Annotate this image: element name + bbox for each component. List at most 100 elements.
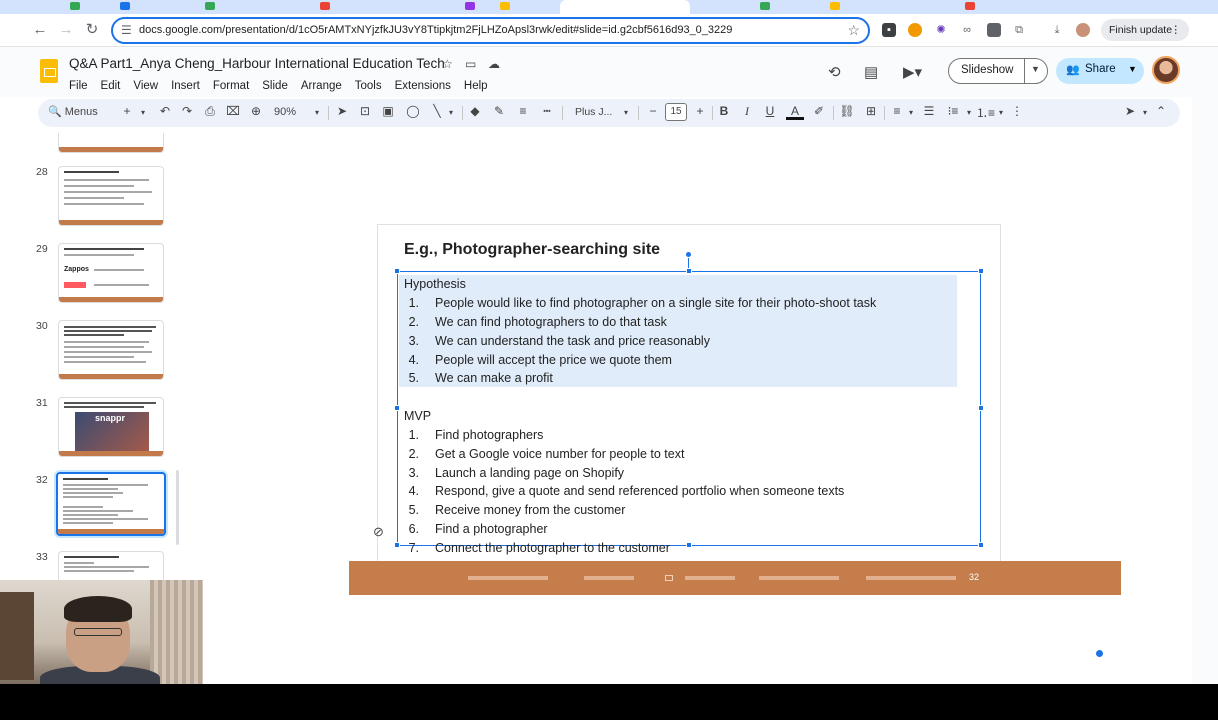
more-vert-icon[interactable]: ⋮: [1171, 19, 1182, 41]
tab-favicon[interactable]: [830, 2, 840, 10]
bookmark-star-icon[interactable]: ☆: [847, 22, 860, 39]
cloud-status-icon[interactable]: ☁: [488, 57, 500, 71]
resize-handle[interactable]: [394, 542, 400, 548]
fill-color-icon[interactable]: ◆: [466, 104, 484, 118]
resize-handle[interactable]: [978, 268, 984, 274]
menu-tools[interactable]: Tools: [355, 80, 382, 92]
select-cursor-icon[interactable]: ➤: [333, 104, 351, 118]
shape-icon[interactable]: ◯: [404, 104, 422, 118]
filmstrip-slide-32[interactable]: 32: [25, 472, 175, 544]
hypothesis-item[interactable]: We can understand the task and price rea…: [435, 333, 710, 349]
paint-format-icon[interactable]: ⌧: [224, 104, 242, 118]
image-icon[interactable]: ▣: [379, 104, 397, 118]
extension-icon[interactable]: ✺: [934, 23, 948, 37]
italic-icon[interactable]: I: [738, 104, 756, 119]
chevron-down-icon[interactable]: ▼: [1031, 64, 1040, 74]
hypothesis-item[interactable]: People will accept the price we quote th…: [435, 352, 672, 368]
mvp-item[interactable]: Receive money from the customer: [435, 502, 625, 518]
extension-icon[interactable]: ▪: [882, 23, 896, 37]
share-button[interactable]: 👥 Share ▼: [1056, 58, 1144, 84]
menu-insert[interactable]: Insert: [171, 80, 200, 92]
mvp-item[interactable]: Respond, give a quote and send reference…: [435, 483, 844, 499]
slide-thumbnail-selected[interactable]: [56, 472, 166, 536]
highlight-icon[interactable]: ✐: [810, 104, 828, 118]
slides-logo-icon[interactable]: [40, 59, 58, 83]
font-size-input[interactable]: 15: [665, 103, 687, 121]
slideshow-button[interactable]: Slideshow ▼: [948, 58, 1048, 84]
menu-format[interactable]: Format: [213, 80, 249, 92]
tab-favicon[interactable]: [465, 2, 475, 10]
bold-icon[interactable]: B: [715, 104, 733, 118]
chevron-down-icon[interactable]: ▼: [1128, 64, 1137, 74]
comment-icon[interactable]: ⊞: [862, 104, 880, 118]
mvp-item[interactable]: Connect the photographer to the customer: [435, 540, 670, 556]
slide-title[interactable]: E.g., Photographer-searching site: [404, 241, 660, 259]
finish-update-button[interactable]: Finish update ⋮: [1101, 19, 1189, 41]
address-bar[interactable]: ☰ docs.google.com/presentation/d/1cO5rAM…: [111, 17, 870, 44]
zoom-select[interactable]: 90%: [274, 106, 296, 118]
active-tab[interactable]: [560, 0, 690, 14]
menu-slide[interactable]: Slide: [262, 80, 288, 92]
url-text[interactable]: docs.google.com/presentation/d/1cO5rAMTx…: [139, 24, 732, 36]
tab-favicon[interactable]: [120, 2, 130, 10]
comments-icon[interactable]: ▤: [864, 63, 878, 81]
meet-icon[interactable]: ▶▾: [903, 63, 922, 81]
increase-font-icon[interactable]: +: [691, 104, 709, 118]
border-weight-icon[interactable]: ≡: [514, 104, 532, 118]
line-spacing-icon[interactable]: ☰: [920, 104, 938, 118]
decrease-font-icon[interactable]: −: [644, 104, 662, 118]
chevron-down-icon[interactable]: ▾: [134, 108, 152, 117]
zoom-icon[interactable]: ⊕: [247, 104, 265, 118]
resize-handle[interactable]: [394, 405, 400, 411]
version-history-icon[interactable]: ⟲: [828, 63, 841, 81]
slide-thumbnail[interactable]: snappr: [58, 397, 164, 457]
mvp-heading[interactable]: MVP: [404, 408, 431, 424]
menus-search[interactable]: 🔍 Menus: [48, 105, 98, 118]
tab-favicon[interactable]: [965, 2, 975, 10]
border-color-icon[interactable]: ✎: [490, 104, 508, 118]
resize-handle[interactable]: [978, 542, 984, 548]
tab-favicon[interactable]: [205, 2, 215, 10]
chevron-down-icon[interactable]: ▾: [308, 108, 326, 117]
menu-edit[interactable]: Edit: [101, 80, 121, 92]
extension-icon[interactable]: ∞: [960, 23, 974, 37]
slide-thumbnail[interactable]: [58, 320, 164, 380]
slide-thumbnail[interactable]: [58, 133, 164, 153]
extensions-puzzle-icon[interactable]: ⧉: [1012, 23, 1026, 37]
filmstrip-slide-28[interactable]: 28: [25, 166, 175, 236]
chevron-down-icon[interactable]: ▾: [442, 108, 460, 117]
extension-icon[interactable]: [987, 23, 1001, 37]
filmstrip-slide-29[interactable]: 29 Zappos: [25, 243, 175, 313]
tab-favicon[interactable]: [320, 2, 330, 10]
text-box-icon[interactable]: ⊡: [356, 104, 374, 118]
border-dash-icon[interactable]: ┅: [538, 104, 556, 118]
hide-notes-icon[interactable]: ⊘: [373, 524, 384, 540]
chevron-down-icon[interactable]: ▾: [617, 108, 635, 117]
tab-favicon[interactable]: [70, 2, 80, 10]
menu-view[interactable]: View: [133, 80, 158, 92]
hypothesis-item[interactable]: We can find photographers to do that tas…: [435, 314, 667, 330]
mvp-item[interactable]: Get a Google voice number for people to …: [435, 446, 684, 462]
filmstrip-slide-30[interactable]: 30: [25, 320, 175, 390]
resize-handle[interactable]: [686, 542, 692, 548]
print-icon[interactable]: ⎙: [201, 104, 219, 119]
slide-thumbnail[interactable]: [58, 551, 164, 583]
collapse-toolbar-icon[interactable]: ⌃: [1152, 104, 1170, 118]
filmstrip-scrollbar[interactable]: [176, 470, 179, 545]
underline-icon[interactable]: U: [761, 104, 779, 118]
mvp-item[interactable]: Find photographers: [435, 427, 543, 443]
move-folder-icon[interactable]: ▭: [465, 57, 476, 71]
hypothesis-item[interactable]: We can make a profit: [435, 370, 553, 386]
undo-icon[interactable]: ↶: [156, 104, 174, 118]
font-select[interactable]: Plus J...: [575, 106, 612, 118]
extension-icon[interactable]: [908, 23, 922, 37]
avatar[interactable]: [1152, 56, 1180, 84]
menu-help[interactable]: Help: [464, 80, 488, 92]
tab-favicon[interactable]: [500, 2, 510, 10]
filmstrip-slide-31[interactable]: 31 snappr: [25, 397, 175, 467]
forward-icon[interactable]: →: [56, 20, 76, 40]
star-icon[interactable]: ☆: [442, 57, 453, 71]
more-vert-icon[interactable]: ⋮: [1008, 104, 1026, 118]
reload-icon[interactable]: ↻: [82, 20, 102, 40]
resize-handle[interactable]: [686, 268, 692, 274]
